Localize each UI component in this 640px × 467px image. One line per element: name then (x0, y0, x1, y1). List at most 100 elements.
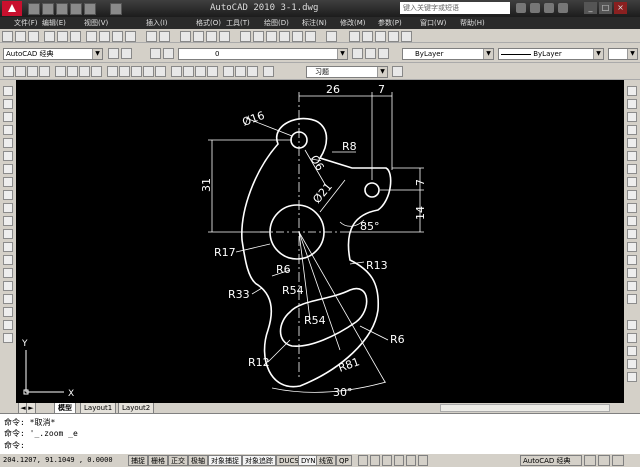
circle-icon[interactable] (3, 164, 13, 174)
revision-cloud-icon[interactable] (3, 177, 13, 187)
break-at-point-icon[interactable] (627, 229, 637, 239)
table-style-icon[interactable] (375, 31, 386, 42)
polyline-icon[interactable] (3, 112, 13, 122)
rotate-icon[interactable] (627, 164, 637, 174)
trim-icon[interactable] (627, 203, 637, 213)
model-space-icon[interactable] (358, 455, 368, 466)
spline-icon[interactable] (3, 190, 13, 200)
drawing-canvas[interactable]: 26 7 Ø16 R8 Ø6 31 Ø21 7 14 85° R17 R6 R1… (16, 80, 624, 403)
paste-icon[interactable] (112, 31, 123, 42)
snap-toggle[interactable]: 捕捉 (128, 455, 148, 466)
snap-from-icon[interactable] (627, 320, 637, 330)
plot-icon[interactable] (110, 3, 122, 15)
color-combo[interactable]: ByLayer ▼ (402, 48, 494, 60)
arc-length-icon[interactable] (27, 66, 38, 77)
zoom-icon[interactable] (394, 455, 404, 466)
menu-help[interactable]: 帮助(H) (460, 18, 485, 28)
showmotion-icon[interactable] (418, 455, 428, 466)
polygon-icon[interactable] (3, 125, 13, 135)
inspection-icon[interactable] (195, 66, 206, 77)
menu-view[interactable]: 视图(V) (84, 18, 108, 28)
menu-parameter[interactable]: 参数(P) (378, 18, 402, 28)
autocad-logo-icon[interactable] (2, 1, 22, 16)
hatch-icon[interactable] (3, 268, 13, 278)
offset-icon[interactable] (627, 125, 637, 135)
pan-icon[interactable] (180, 31, 191, 42)
sheet-set-icon[interactable] (279, 31, 290, 42)
workspace-gear-icon[interactable] (121, 48, 132, 59)
chamfer-icon[interactable] (627, 268, 637, 278)
insert-block-icon[interactable] (3, 229, 13, 239)
linear-dim-icon[interactable] (3, 66, 14, 77)
steering-wheel-icon[interactable] (406, 455, 416, 466)
hardware-acceleration-icon[interactable] (598, 455, 610, 466)
region-icon[interactable] (3, 294, 13, 304)
dim-space-icon[interactable] (143, 66, 154, 77)
lineweight-combo[interactable]: ▼ (608, 48, 638, 60)
menu-insert[interactable]: 插入(I) (146, 18, 168, 28)
chevron-down-icon[interactable]: ▼ (92, 49, 102, 59)
line-icon[interactable] (3, 86, 13, 96)
lock-icon[interactable] (584, 455, 596, 466)
arc-icon[interactable] (3, 151, 13, 161)
dim-text-edit-icon[interactable] (235, 66, 246, 77)
polar-toggle[interactable]: 极轴 (188, 455, 208, 466)
chevron-down-icon[interactable]: ▼ (593, 49, 603, 59)
break-icon[interactable] (627, 242, 637, 252)
qp-toggle[interactable]: QP (336, 455, 352, 466)
array-icon[interactable] (627, 138, 637, 148)
workspace-switch[interactable]: AutoCAD 经典 (520, 455, 582, 466)
clean-screen-icon[interactable] (612, 455, 624, 466)
dim-style-combo[interactable]: 习题 ▼ (306, 66, 388, 78)
angular-dim-icon[interactable] (91, 66, 102, 77)
text-style-icon[interactable] (349, 31, 360, 42)
markup-icon[interactable] (292, 31, 303, 42)
lineweight-toggle[interactable]: 线宽 (316, 455, 336, 466)
erase-icon[interactable] (627, 86, 637, 96)
osnap-toggle[interactable]: 对象捕捉 (208, 455, 242, 466)
favorites-icon[interactable] (544, 3, 554, 13)
rectangle-icon[interactable] (3, 138, 13, 148)
linetype-combo[interactable]: ByLayer ▼ (498, 48, 604, 60)
chevron-down-icon[interactable]: ▼ (483, 49, 493, 59)
tool-palettes-icon[interactable] (266, 31, 277, 42)
dim-style-icon[interactable] (263, 66, 274, 77)
point-icon[interactable] (3, 255, 13, 265)
dim-edit-icon[interactable] (223, 66, 234, 77)
cut-icon[interactable] (86, 31, 97, 42)
layer-state-icon[interactable] (378, 48, 389, 59)
aligned-dim-icon[interactable] (15, 66, 26, 77)
help-icon[interactable] (326, 31, 337, 42)
menu-modify[interactable]: 修改(M) (340, 18, 366, 28)
mirror-icon[interactable] (627, 112, 637, 122)
snap-endpoint-icon[interactable] (627, 333, 637, 343)
menu-file[interactable]: 文件(F) (14, 18, 38, 28)
menu-draw[interactable]: 绘图(D) (264, 18, 289, 28)
chevron-down-icon[interactable]: ▼ (627, 49, 637, 59)
print-icon[interactable] (44, 31, 55, 42)
search-icon[interactable] (516, 3, 526, 13)
snap-midpoint-icon[interactable] (627, 346, 637, 356)
copy-icon[interactable] (99, 31, 110, 42)
grid-toggle[interactable]: 栅格 (148, 455, 168, 466)
construction-line-icon[interactable] (3, 99, 13, 109)
dim-style-icon[interactable] (362, 31, 373, 42)
menu-window[interactable]: 窗口(W) (420, 18, 446, 28)
add-selected-icon[interactable] (3, 333, 13, 343)
preview-icon[interactable] (57, 31, 68, 42)
jogged-icon[interactable] (67, 66, 78, 77)
new-file-icon[interactable] (28, 3, 40, 15)
properties-icon[interactable] (240, 31, 251, 42)
ellipse-icon[interactable] (3, 203, 13, 213)
zoom-window-icon[interactable] (206, 31, 217, 42)
move-icon[interactable] (627, 151, 637, 161)
layer-properties-icon[interactable] (150, 48, 161, 59)
new-icon[interactable] (2, 31, 13, 42)
menu-format[interactable]: 格式(O) (196, 18, 221, 28)
snap-center-icon[interactable] (627, 359, 637, 369)
ellipse-arc-icon[interactable] (3, 216, 13, 226)
workspace-combo[interactable]: AutoCAD 经典 ▼ (3, 48, 103, 60)
command-window[interactable]: 命令: *取消* 命令: '_.zoom _e 命令: (0, 413, 640, 454)
chevron-down-icon[interactable]: ▼ (377, 67, 387, 77)
workspace-settings-icon[interactable] (108, 48, 119, 59)
